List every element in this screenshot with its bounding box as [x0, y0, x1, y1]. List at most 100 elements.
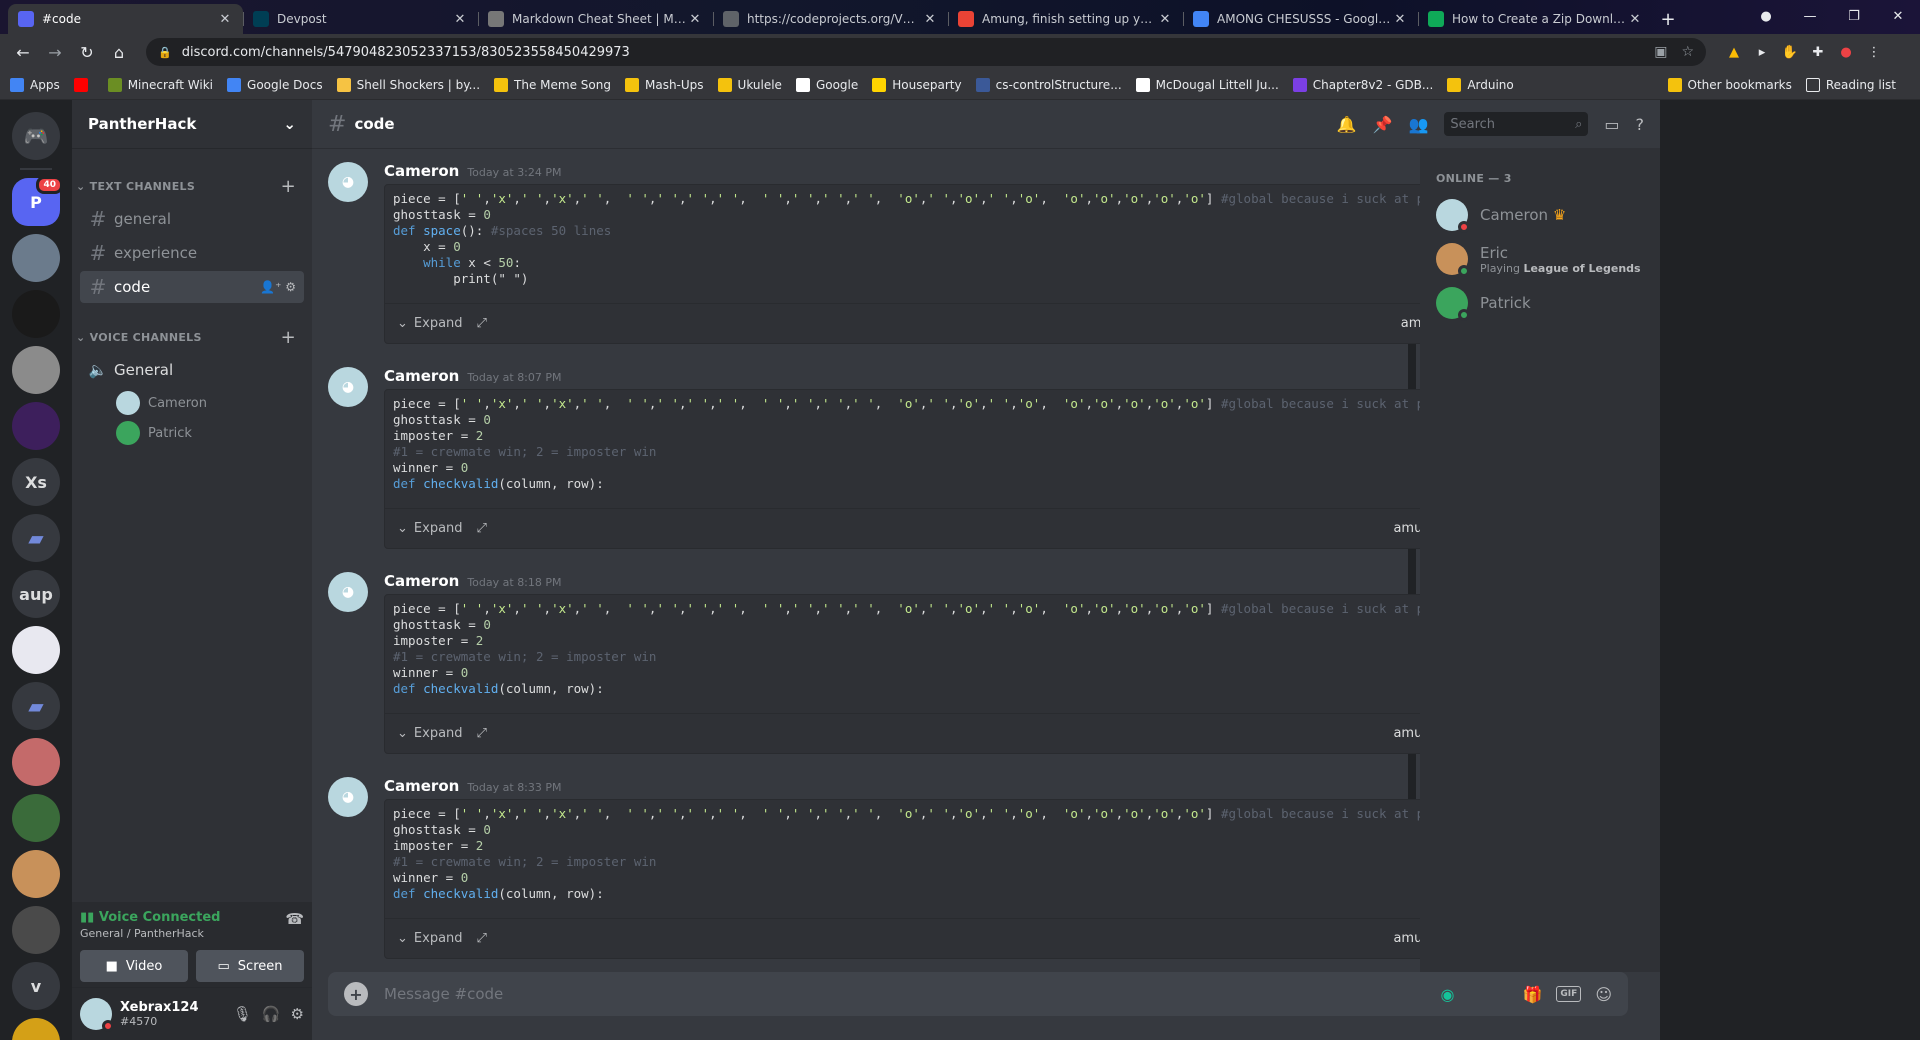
pin-icon[interactable]: 📌 [1373, 115, 1393, 134]
grammarly-icon[interactable]: ◉ [1441, 985, 1455, 1004]
message-author[interactable]: Cameron [384, 777, 459, 795]
bookmark-item[interactable]: Shell Shockers | by... [336, 77, 480, 92]
channel-general[interactable]: # general [80, 203, 304, 235]
upload-plus-icon[interactable]: + [344, 982, 368, 1006]
inbox-icon[interactable]: ▭ [1604, 115, 1619, 134]
bookmark-item[interactable]: Ukulele [717, 77, 782, 92]
address-bar[interactable]: 🔒 discord.com/channels/54790482305233715… [146, 38, 1706, 66]
expand-button[interactable]: ⌄ Expand ⤢ [397, 726, 487, 741]
microphone-icon[interactable]: 🎙 [233, 1005, 252, 1023]
camera-blocked-icon[interactable]: ▣ [1654, 44, 1667, 60]
voice-location[interactable]: General / PantherHack [80, 927, 220, 940]
bookmark-item[interactable]: Chapter8v2 - GDB... [1292, 77, 1433, 92]
bookmark-item[interactable]: Houseparty [872, 77, 962, 92]
bookmark-item[interactable]: McDougal Littell Ju... [1135, 77, 1279, 92]
home-button[interactable]: ⌂ [104, 37, 134, 67]
server-icon[interactable] [12, 1018, 60, 1040]
bookmark-item[interactable]: The Meme Song [494, 77, 611, 92]
server-header[interactable]: PantherHack ⌄ [72, 100, 312, 148]
server-icon[interactable]: v [12, 962, 60, 1010]
voice-user[interactable]: Cameron [116, 388, 304, 418]
fullscreen-icon[interactable]: ⤢ [477, 726, 487, 741]
server-icon[interactable] [12, 234, 60, 282]
server-icon[interactable]: aup [12, 570, 60, 618]
browser-tab[interactable]: How to Create a Zip Download ✕ [1418, 4, 1653, 34]
video-button[interactable]: ■ Video [80, 950, 188, 982]
bookmark-item[interactable]: Mash-Ups [624, 77, 704, 92]
channel-experience[interactable]: # experience [80, 237, 304, 269]
search-input[interactable]: Search ⌕ [1444, 112, 1589, 136]
menu-kebab-icon[interactable]: ⋮ [1860, 38, 1888, 66]
server-icon[interactable] [12, 738, 60, 786]
server-icon[interactable]: P 40 [12, 176, 63, 226]
bookmark-item[interactable]: Apps [10, 77, 60, 92]
close-tab-icon[interactable]: ✕ [1627, 12, 1643, 27]
file-name[interactable]: amungchessus.py [1393, 521, 1420, 536]
hand-extension-icon[interactable]: ✋ [1776, 38, 1804, 66]
expand-button[interactable]: ⌄ Expand ⤢ [397, 931, 487, 946]
bell-icon[interactable]: 🔔 [1337, 115, 1357, 134]
reload-button[interactable]: ↻ [72, 37, 102, 67]
server-icon[interactable] [12, 626, 60, 674]
server-icon[interactable]: Xs [12, 458, 60, 506]
gear-icon[interactable]: ⚙ [291, 1005, 304, 1023]
disconnect-icon[interactable]: ☎ [285, 910, 304, 928]
forward-button[interactable]: → [40, 37, 70, 67]
bookmark-item[interactable]: Minecraft Wiki [107, 77, 213, 92]
browser-tab[interactable]: Markdown Cheat Sheet | Markd ✕ [478, 4, 713, 34]
new-tab-button[interactable]: + [1653, 4, 1683, 34]
voice-channel-general[interactable]: 🔈 General [80, 354, 304, 386]
gear-icon[interactable]: ⚙ [285, 280, 296, 294]
server-icon[interactable] [12, 346, 60, 394]
server-icon[interactable] [12, 794, 60, 842]
file-name[interactable]: amungchessus.py [1393, 931, 1420, 946]
server-icon[interactable] [12, 850, 60, 898]
browser-tab[interactable]: Amung, finish setting up your n ✕ [948, 4, 1183, 34]
message-author[interactable]: Cameron [384, 367, 459, 385]
browser-tab[interactable]: https://codeprojects.org/V0VrA ✕ [713, 4, 948, 34]
add-channel-icon[interactable]: + [281, 327, 296, 348]
bookmark-item[interactable]: Google [795, 77, 858, 92]
channel-code[interactable]: # code 👤⁺ ⚙ [80, 271, 304, 303]
member-item[interactable]: Eric Playing League of Legends [1436, 237, 1652, 281]
reading-list[interactable]: Reading list [1805, 77, 1896, 92]
gift-icon[interactable]: 🎁 [1523, 985, 1543, 1004]
back-button[interactable]: ← [8, 37, 38, 67]
file-name[interactable]: amungchessus.py [1393, 726, 1420, 741]
add-channel-icon[interactable]: + [281, 176, 296, 197]
browser-tab[interactable]: #code ✕ [8, 4, 243, 34]
member-item[interactable]: Patrick [1436, 281, 1652, 325]
fullscreen-icon[interactable]: ⤢ [477, 931, 487, 946]
category-voice-channels[interactable]: ⌄ VOICE CHANNELS + [72, 319, 304, 352]
close-tab-icon[interactable]: ✕ [452, 12, 468, 27]
fullscreen-icon[interactable]: ⤢ [477, 316, 487, 331]
cursor-extension-icon[interactable]: ▸ [1748, 38, 1776, 66]
server-folder[interactable]: ▰ [12, 514, 60, 562]
voice-user[interactable]: Patrick [116, 418, 304, 448]
avatar[interactable]: ◕ [328, 572, 368, 612]
file-name[interactable]: amongchessus.py [1401, 316, 1420, 331]
home-button[interactable]: 🎮 [12, 112, 60, 160]
profile-icon[interactable]: ● [1744, 0, 1788, 32]
category-text-channels[interactable]: ⌄ TEXT CHANNELS + [72, 168, 304, 201]
bookmark-item[interactable]: Google Docs [227, 77, 323, 92]
close-tab-icon[interactable]: ✕ [217, 12, 233, 27]
puzzle-extensions-icon[interactable]: ✚ [1804, 38, 1832, 66]
browser-tab[interactable]: Devpost ✕ [243, 4, 478, 34]
drive-extension-icon[interactable]: ▲ [1720, 38, 1748, 66]
bookmark-item[interactable]: cs-controlStructure... [975, 77, 1122, 92]
avatar[interactable]: ◕ [328, 777, 368, 817]
gif-icon[interactable]: GIF [1556, 986, 1582, 1002]
members-icon[interactable]: 👥 [1408, 115, 1428, 134]
profile-avatar-icon[interactable]: ● [1832, 38, 1860, 66]
message-author[interactable]: Cameron [384, 572, 459, 590]
avatar[interactable]: ◕ [328, 162, 368, 202]
help-icon[interactable]: ? [1636, 115, 1645, 134]
server-folder[interactable]: ▰ [12, 682, 60, 730]
screen-share-button[interactable]: ▭ Screen [196, 950, 304, 982]
emoji-icon[interactable]: ☺ [1595, 985, 1612, 1004]
close-window-button[interactable]: ✕ [1876, 0, 1920, 32]
server-icon[interactable] [12, 402, 60, 450]
close-tab-icon[interactable]: ✕ [687, 12, 703, 27]
bookmark-star-icon[interactable]: ☆ [1681, 44, 1694, 60]
